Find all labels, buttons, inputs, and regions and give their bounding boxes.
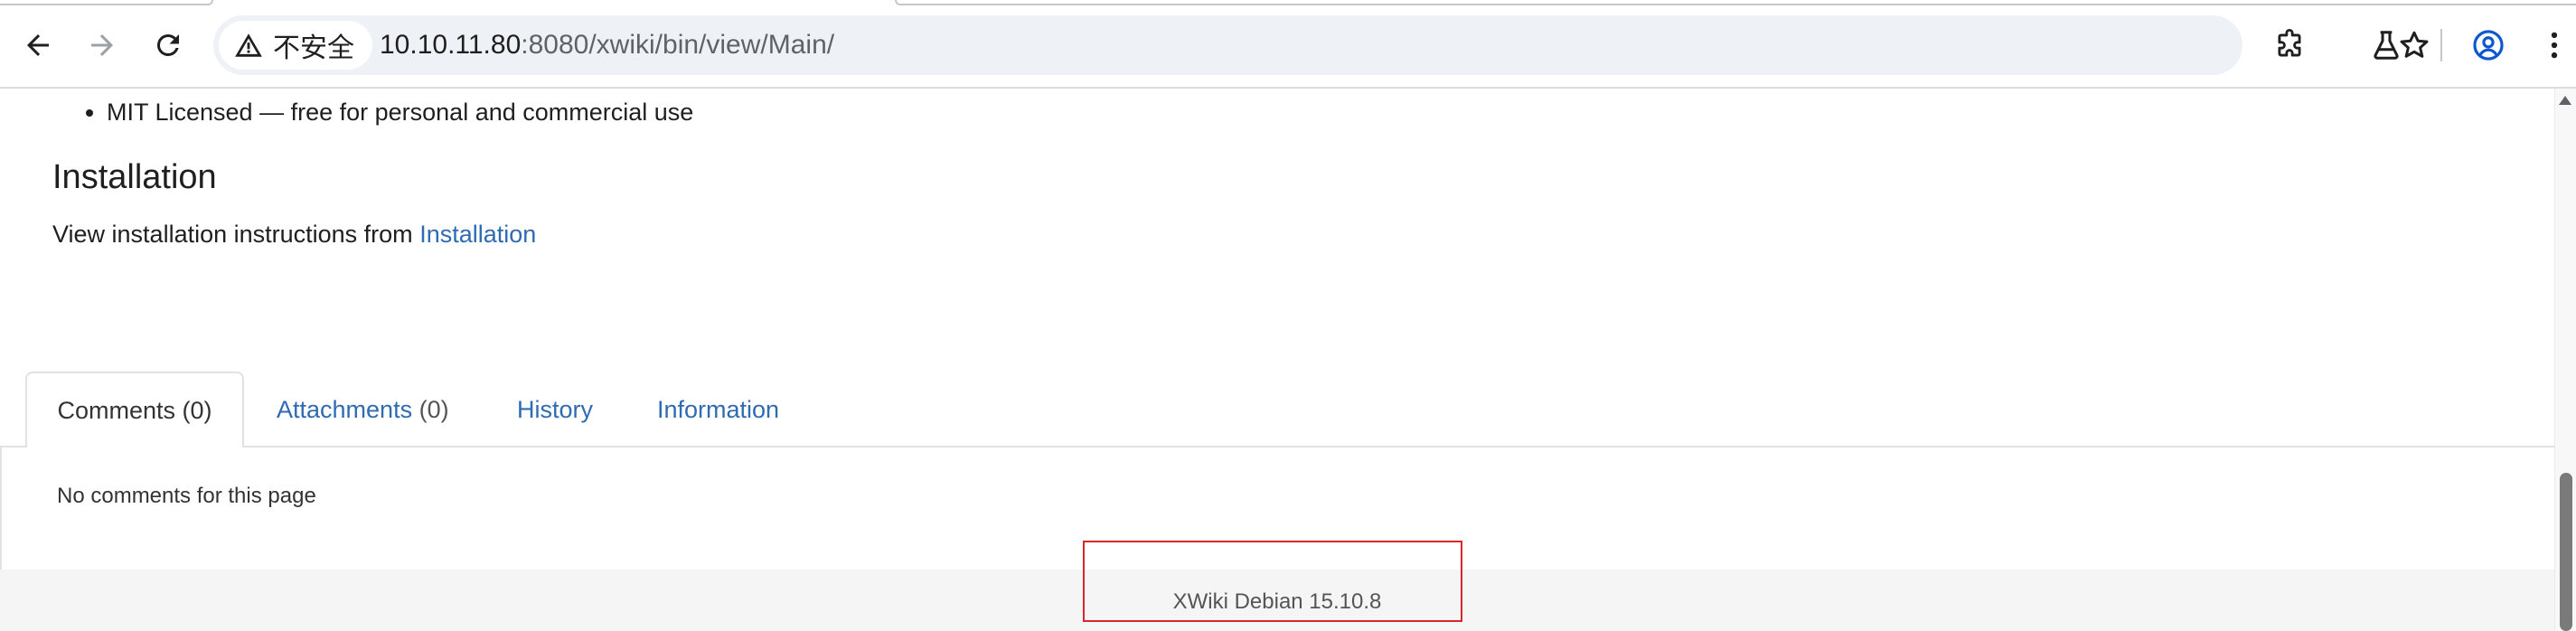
- url-path: :8080/xwiki/bin/view/Main/: [521, 30, 835, 60]
- forward-arrow-icon: [91, 34, 113, 56]
- flask-icon: [2374, 31, 2399, 60]
- tab-comments-label: Comments: [57, 396, 175, 424]
- browser-menu-button[interactable]: [2536, 23, 2572, 68]
- extensions-button[interactable]: [2267, 23, 2312, 68]
- back-button[interactable]: [16, 24, 60, 67]
- url-host: 10.10.11.80: [380, 30, 522, 60]
- forward-button[interactable]: [80, 24, 124, 67]
- feature-list: MIT Licensed — free for personal and com…: [107, 94, 693, 130]
- installation-link[interactable]: Installation: [419, 221, 536, 248]
- list-item: MIT Licensed — free for personal and com…: [107, 94, 693, 130]
- security-label: 不安全: [273, 33, 354, 64]
- reload-button[interactable]: [146, 24, 190, 67]
- profile-button[interactable]: [2466, 23, 2511, 68]
- highlight-box: [1083, 541, 1462, 622]
- tab-comments-count: (0): [182, 396, 212, 424]
- installation-heading: Installation: [52, 158, 217, 196]
- tab-attachments-label: Attachments: [277, 395, 413, 423]
- no-comments-message: No comments for this page: [57, 484, 316, 508]
- security-chip[interactable]: 不安全: [219, 21, 372, 70]
- puzzle-icon: [2278, 29, 2301, 57]
- tab-attachments-count: (0): [418, 395, 449, 423]
- back-arrow-icon: [27, 34, 49, 56]
- toolbar-divider: [2440, 29, 2442, 61]
- tab-comments[interactable]: Comments (0): [25, 372, 244, 447]
- tab-information[interactable]: Information: [657, 372, 779, 447]
- labs-button[interactable]: [2364, 23, 2409, 68]
- scroll-up-icon[interactable]: [2559, 96, 2571, 105]
- installation-paragraph: View installation instructions from Inst…: [52, 221, 536, 249]
- tab-strip-edge-right: [895, 0, 2576, 5]
- tab-history-label: History: [517, 395, 594, 423]
- browser-toolbar: 不安全 10.10.11.80:8080/xwiki/bin/view/Main…: [0, 0, 2576, 89]
- installation-text: View installation instructions from: [52, 221, 420, 248]
- vertical-scrollbar[interactable]: [2554, 89, 2576, 631]
- account-icon: [2473, 30, 2504, 61]
- tab-history[interactable]: History: [517, 372, 593, 447]
- tab-strip-edge-left: [0, 0, 213, 5]
- reload-icon: [156, 33, 179, 56]
- tab-attachments[interactable]: Attachments (0): [277, 372, 449, 447]
- tab-information-label: Information: [657, 395, 780, 423]
- address-bar[interactable]: 不安全 10.10.11.80:8080/xwiki/bin/view/Main…: [213, 15, 2429, 75]
- kebab-menu-icon: [2551, 32, 2558, 59]
- scroll-thumb[interactable]: [2560, 473, 2572, 631]
- warning-icon: [235, 33, 262, 57]
- url-text[interactable]: 10.10.11.80:8080/xwiki/bin/view/Main/: [380, 29, 834, 61]
